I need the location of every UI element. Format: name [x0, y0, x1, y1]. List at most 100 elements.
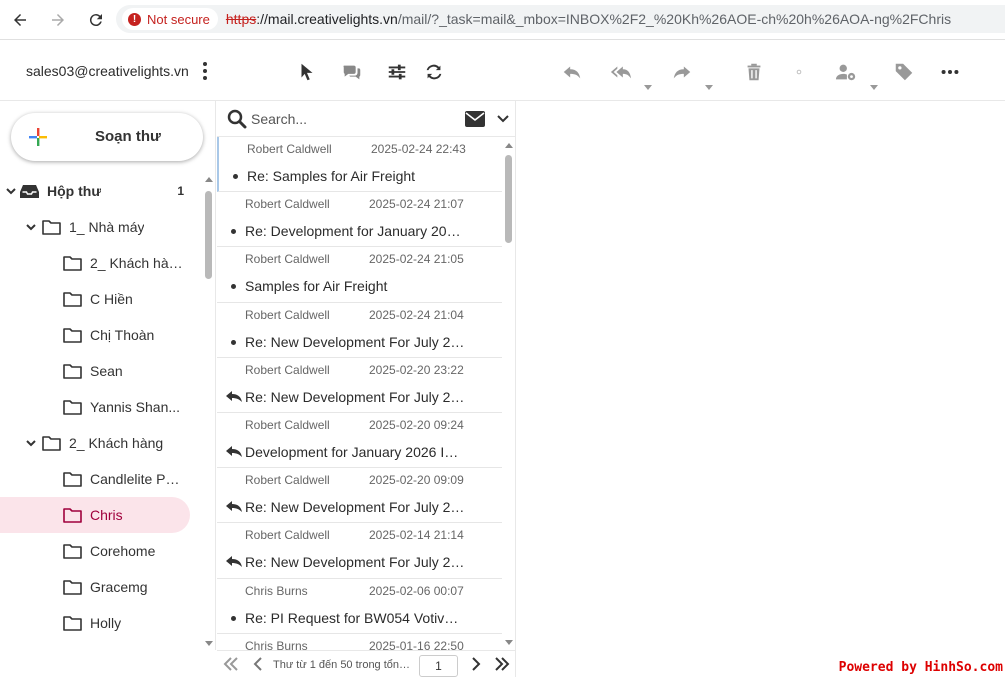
envelope-icon[interactable] [465, 111, 485, 127]
folder-item[interactable]: Sean [0, 353, 200, 389]
scroll-down-icon[interactable] [505, 640, 513, 645]
delete-button[interactable] [741, 59, 767, 85]
chevron-down-icon[interactable] [6, 186, 16, 196]
unread-dot-icon[interactable] [231, 339, 236, 345]
message-subject: Re: New Development For July 2025 ... [245, 554, 465, 571]
chevron-down-icon[interactable] [26, 222, 36, 232]
sidebar-scrollbar[interactable] [203, 173, 214, 648]
reply-all-caret-icon[interactable] [644, 85, 652, 90]
ellipsis-icon [941, 69, 959, 75]
tag-button[interactable] [891, 59, 917, 85]
folder-icon [63, 364, 82, 379]
message-sender: Robert Caldwell [245, 197, 330, 212]
replied-icon [226, 556, 242, 568]
message-row[interactable]: Robert Caldwell 2025-02-14 21:14 Re: New D… [217, 523, 502, 579]
folder-name: Sean [90, 363, 123, 379]
message-sender: Chris Burns [245, 638, 308, 650]
contacts-caret-icon[interactable] [870, 85, 878, 90]
scroll-up-icon[interactable] [505, 143, 513, 148]
unread-dot-icon[interactable] [233, 174, 238, 179]
folder-item[interactable]: Yannis Shan... [0, 389, 200, 425]
scroll-down-icon[interactable] [205, 641, 213, 646]
folder-item[interactable]: Chị Thoàn [0, 317, 200, 353]
message-row[interactable]: Robert Caldwell 2025-02-20 23:22 Re: New D… [217, 358, 502, 413]
folder-name: Gracemg [90, 579, 148, 595]
message-row[interactable]: Robert Caldwell 2025-02-20 09:09 Re: New D… [217, 468, 502, 524]
message-list: Robert Caldwell 2025-02-24 22:43 Re: Sampl… [217, 137, 502, 650]
contacts-button[interactable] [833, 59, 859, 85]
arrow-left-icon [14, 13, 26, 26]
threads-button[interactable] [339, 59, 365, 85]
message-row[interactable]: Chris Burns 2025-02-06 00:07 Re: PI Reques… [217, 579, 502, 634]
forward-mail-button[interactable] [669, 59, 695, 85]
message-subject: Re: Development for January 2026 Int... [245, 223, 465, 240]
browser-toolbar: ! Not secure https://mail.creativelights… [0, 0, 1005, 40]
next-page-icon[interactable] [467, 657, 483, 671]
folder-name: Chị Thoàn [90, 327, 155, 343]
mark-button[interactable] [786, 59, 812, 85]
compose-button[interactable]: Soạn thư [11, 113, 203, 161]
folder-item[interactable]: 2_ Khách hàng [0, 425, 200, 461]
scrollbar-thumb[interactable] [505, 155, 512, 243]
message-date: 2025-02-24 21:05 [369, 252, 464, 267]
forward-caret-icon[interactable] [705, 85, 713, 90]
message-row[interactable]: Robert Caldwell 2025-02-24 21:05 Samples f… [217, 247, 502, 303]
reply-icon [563, 66, 581, 79]
folder-item[interactable]: Holly [0, 605, 200, 641]
prev-page-icon[interactable] [251, 657, 267, 671]
page-number-input[interactable] [419, 655, 458, 677]
url-text: https://mail.creativelights.vn/mail/?_ta… [225, 11, 952, 27]
message-row[interactable]: Chris Burns 2025-01-16 22:50 [217, 634, 502, 650]
forward-button[interactable] [40, 2, 76, 38]
message-subject: Re: New Development For July 2025 ... [245, 388, 465, 405]
scrollbar-thumb[interactable] [205, 191, 212, 279]
message-list-scrollbar[interactable] [503, 139, 514, 647]
folder-icon [63, 472, 82, 487]
message-sender: Robert Caldwell [245, 528, 330, 543]
message-row[interactable]: Robert Caldwell 2025-02-24 21:04 Re: New D… [217, 303, 502, 358]
message-subject: Re: New Development For July 2025 ... [245, 333, 465, 350]
message-date: 2025-02-20 09:24 [369, 417, 464, 432]
message-date: 2025-02-14 21:14 [369, 528, 464, 543]
address-bar[interactable]: ! Not secure https://mail.creativelights… [116, 5, 1005, 33]
account-menu-icon[interactable] [200, 61, 210, 81]
message-sender: Robert Caldwell [245, 362, 330, 377]
folder-item[interactable]: 1_ Nhà máy [0, 209, 200, 245]
message-subject: Re: PI Request for BW054 Votives ... [245, 609, 465, 626]
options-button[interactable] [384, 59, 410, 85]
folder-item[interactable]: Candlelite Pa... [0, 461, 200, 497]
message-row[interactable]: Robert Caldwell 2025-02-24 22:43 Re: Sampl… [217, 137, 502, 193]
message-list-panel: Robert Caldwell 2025-02-24 22:43 Re: Sampl… [217, 101, 516, 650]
refresh-button[interactable] [421, 59, 447, 85]
folder-item[interactable]: Gracemg [0, 569, 200, 605]
reply-button[interactable] [559, 59, 585, 85]
first-page-icon[interactable] [223, 657, 239, 671]
folder-item[interactable]: 2_ Khách hàng [0, 245, 200, 281]
reload-button[interactable] [78, 2, 114, 38]
select-button[interactable] [294, 59, 320, 85]
folder-name: 2_ Khách hàng [69, 435, 164, 451]
message-row[interactable]: Robert Caldwell 2025-02-20 09:24 Developme… [217, 413, 502, 469]
search-icon[interactable] [227, 109, 247, 129]
folder-item[interactable]: Hộp thư 1 [0, 173, 200, 209]
unread-dot-icon[interactable] [231, 229, 236, 235]
reply-all-button[interactable] [608, 59, 634, 85]
chevron-down-icon[interactable] [497, 114, 509, 124]
back-button[interactable] [2, 2, 38, 38]
arrow-right-icon [52, 13, 64, 26]
chevron-down-icon[interactable] [26, 438, 36, 448]
message-sender: Robert Caldwell [245, 473, 330, 488]
message-row[interactable]: Robert Caldwell 2025-02-24 21:07 Re: Devel… [217, 192, 502, 248]
folder-name: Chris [90, 507, 123, 523]
unread-dot-icon[interactable] [231, 615, 236, 621]
folder-item[interactable]: Corehome [0, 533, 200, 569]
security-badge[interactable]: ! Not secure [122, 8, 218, 30]
unread-dot-icon[interactable] [231, 284, 236, 290]
folder-name: Yannis Shan... [90, 399, 181, 415]
folder-item[interactable]: Chris [0, 497, 190, 533]
more-button[interactable] [937, 59, 963, 85]
scroll-up-icon[interactable] [205, 177, 213, 182]
folder-item[interactable]: C Hiền [0, 281, 200, 317]
search-input[interactable] [251, 108, 451, 130]
last-page-icon[interactable] [494, 657, 510, 671]
